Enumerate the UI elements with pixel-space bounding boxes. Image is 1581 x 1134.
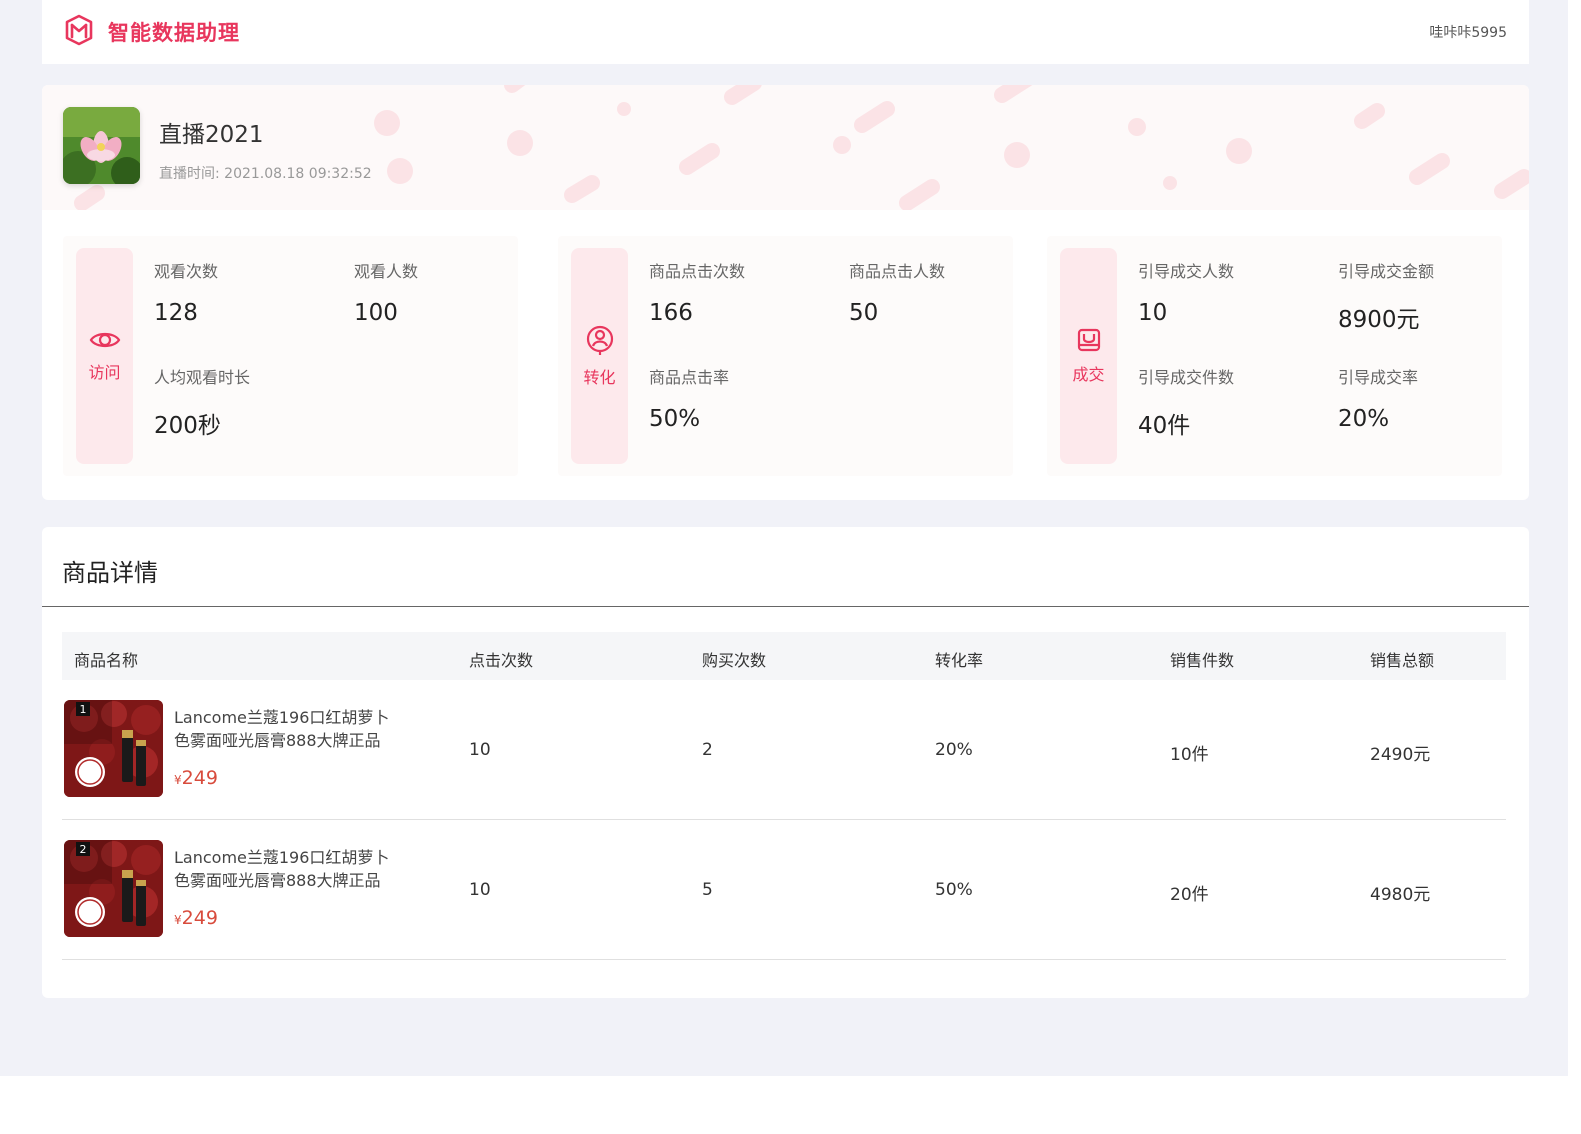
product-details-title: 商品详情 xyxy=(62,559,158,587)
visit-tag: 访问 xyxy=(76,248,133,464)
column-header-name[interactable]: 商品名称 xyxy=(74,647,138,671)
divider xyxy=(42,606,1529,607)
metric-label: 观看人数 xyxy=(354,262,419,281)
table-row[interactable]: 1 Lancome兰蔻196口红胡萝卜色雾面哑光唇膏888大牌正品 ¥249 1… xyxy=(62,680,1506,820)
cell-conversion: 50% xyxy=(935,880,973,900)
bag-icon xyxy=(1076,327,1102,357)
cell-total: 2490元 xyxy=(1370,745,1431,765)
product-rank: 2 xyxy=(80,843,87,856)
metric-avg-watch-time: 人均观看时长 200秒 xyxy=(154,364,250,440)
product-name[interactable]: Lancome兰蔻196口红胡萝卜色雾面哑光唇膏888大牌正品 xyxy=(174,846,399,892)
metric-label: 观看次数 xyxy=(154,262,219,281)
column-header-clicks[interactable]: 点击次数 xyxy=(469,647,533,671)
metric-deal-amount: 引导成交金额 8900元 xyxy=(1338,258,1434,334)
metric-value: 50 xyxy=(849,300,879,326)
live-time-value: 2021.08.18 09:32:52 xyxy=(224,166,372,182)
eye-icon xyxy=(89,329,121,355)
metric-value: 20% xyxy=(1338,406,1390,432)
live-time: 直播时间: 2021.08.18 09:32:52 xyxy=(159,163,372,183)
metric-label: 引导成交金额 xyxy=(1338,262,1435,281)
user-name[interactable]: 哇咔咔5995 xyxy=(1429,22,1507,42)
column-header-purchases[interactable]: 购买次数 xyxy=(702,647,766,671)
metric-product-clicks: 商品点击次数 166 xyxy=(649,258,745,326)
product-price: ¥249 xyxy=(174,907,218,929)
metric-value: 40件 xyxy=(1138,413,1191,439)
metric-viewer-count: 观看人数 100 xyxy=(354,258,418,326)
deal-tag-label: 成交 xyxy=(1072,365,1105,384)
column-header-units[interactable]: 销售件数 xyxy=(1170,647,1234,671)
product-image[interactable]: 2 xyxy=(64,840,163,937)
metric-label: 引导成交件数 xyxy=(1138,368,1235,387)
conversion-tag: 转化 xyxy=(571,248,628,464)
conversion-stat-card: 转化 商品点击次数 166 商品点击人数 50 商品点击率 50% xyxy=(558,236,1013,476)
live-title: 直播2021 xyxy=(159,122,264,148)
product-price: ¥249 xyxy=(174,767,218,789)
product-details-card: 商品详情 商品名称 点击次数 购买次数 转化率 销售件数 销售总额 1 Lanc… xyxy=(42,527,1529,998)
product-rank: 1 xyxy=(80,703,87,716)
price-value: 249 xyxy=(181,907,218,929)
product-name[interactable]: Lancome兰蔻196口红胡萝卜色雾面哑光唇膏888大牌正品 xyxy=(174,706,399,752)
top-header: 智能数据助理 哇咔咔5995 xyxy=(42,0,1529,64)
table-header: 商品名称 点击次数 购买次数 转化率 销售件数 销售总额 xyxy=(62,632,1506,680)
product-table: 商品名称 点击次数 购买次数 转化率 销售件数 销售总额 1 Lancome兰蔻… xyxy=(62,632,1506,960)
deal-stat-card: 成交 引导成交人数 10 引导成交金额 8900元 引导成交件数 40件 引导成… xyxy=(1047,236,1502,476)
brand-logo-icon xyxy=(62,13,96,51)
user-circle-icon xyxy=(585,324,615,360)
cell-purchases: 5 xyxy=(702,880,713,900)
metric-deal-units: 引导成交件数 40件 xyxy=(1138,364,1234,440)
live-cover-image xyxy=(63,107,140,184)
metric-value: 128 xyxy=(154,300,198,326)
live-time-label: 直播时间: xyxy=(159,166,220,182)
metric-value: 50% xyxy=(649,406,701,432)
conversion-tag-label: 转化 xyxy=(583,368,616,387)
metric-value: 10 xyxy=(1138,300,1168,326)
visit-stat-card: 访问 观看次数 128 观看人数 100 人均观看时长 200秒 xyxy=(63,236,518,476)
live-banner: 直播2021 直播时间: 2021.08.18 09:32:52 xyxy=(42,85,1529,210)
price-symbol: ¥ xyxy=(174,913,182,927)
column-header-total[interactable]: 销售总额 xyxy=(1370,647,1434,671)
metric-value: 200秒 xyxy=(154,413,221,439)
metric-value: 100 xyxy=(354,300,398,326)
visit-tag-label: 访问 xyxy=(88,363,121,382)
metric-product-click-users: 商品点击人数 50 xyxy=(849,258,945,326)
cell-clicks: 10 xyxy=(469,740,491,760)
live-overview-card: 直播2021 直播时间: 2021.08.18 09:32:52 访问 观看次数… xyxy=(42,85,1529,500)
metric-label: 商品点击次数 xyxy=(649,262,746,281)
metric-value: 166 xyxy=(649,300,693,326)
brand[interactable]: 智能数据助理 xyxy=(62,13,240,51)
price-symbol: ¥ xyxy=(174,773,182,787)
cell-units: 10件 xyxy=(1170,745,1209,765)
metric-deal-rate: 引导成交率 20% xyxy=(1338,364,1418,432)
cell-purchases: 2 xyxy=(702,740,713,760)
metric-label: 商品点击人数 xyxy=(849,262,946,281)
metric-value: 8900元 xyxy=(1338,307,1420,333)
price-value: 249 xyxy=(181,767,218,789)
brand-name: 智能数据助理 xyxy=(108,21,240,45)
banner-decoration xyxy=(74,85,1529,210)
cell-conversion: 20% xyxy=(935,740,973,760)
metric-label: 引导成交率 xyxy=(1338,368,1419,387)
metric-deal-users: 引导成交人数 10 xyxy=(1138,258,1234,326)
cell-units: 20件 xyxy=(1170,885,1209,905)
cell-clicks: 10 xyxy=(469,880,491,900)
deal-tag: 成交 xyxy=(1060,248,1117,464)
cell-total: 4980元 xyxy=(1370,885,1431,905)
metric-label: 商品点击率 xyxy=(649,368,730,387)
product-image[interactable]: 1 xyxy=(64,700,163,797)
metric-label: 人均观看时长 xyxy=(154,368,251,387)
metric-label: 引导成交人数 xyxy=(1138,262,1235,281)
table-row[interactable]: 2 Lancome兰蔻196口红胡萝卜色雾面哑光唇膏888大牌正品 ¥249 1… xyxy=(62,820,1506,960)
column-header-conversion[interactable]: 转化率 xyxy=(935,647,983,671)
metric-view-count: 观看次数 128 xyxy=(154,258,218,326)
metric-product-click-rate: 商品点击率 50% xyxy=(649,364,729,432)
